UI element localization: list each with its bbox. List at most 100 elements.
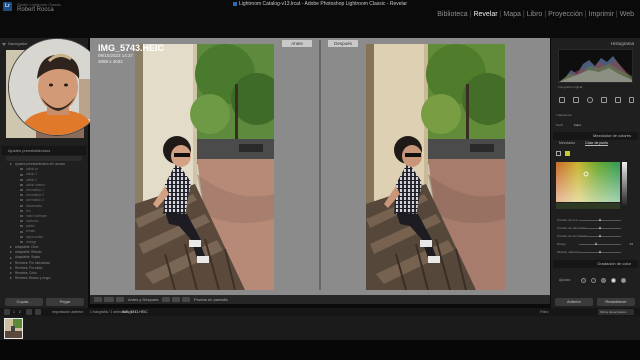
bottom-strip — [0, 340, 640, 360]
tool-strip — [557, 96, 635, 105]
luminance-strip[interactable] — [622, 162, 627, 208]
copy-button[interactable]: Copiar... — [5, 298, 43, 306]
reset-button[interactable]: Restablecer — [597, 298, 635, 306]
copy-before-after-icon[interactable] — [162, 297, 170, 302]
right-panel-buttons: Anterior Restablecer — [551, 296, 640, 308]
filmstrip — [0, 316, 640, 340]
page-1[interactable]: 1 — [13, 308, 15, 316]
point-color-slider[interactable]: Cambio de saturación — [557, 225, 633, 231]
module-separator: | — [544, 11, 547, 18]
midtones-wheel-icon[interactable] — [601, 278, 606, 283]
heal-icon[interactable] — [573, 97, 579, 103]
point-color-slider[interactable]: Cambio de luminancia — [557, 233, 633, 239]
point-color-slider[interactable]: Mostrar máscara — [557, 249, 633, 255]
module-mapa[interactable]: Mapa — [503, 11, 521, 18]
collapse-triangle-icon — [2, 43, 6, 46]
module-separator: | — [615, 11, 618, 18]
slider-knob[interactable] — [595, 242, 598, 245]
window-title-text: Lightroom Catalog-v13.lrcat - Adobe Phot… — [238, 1, 408, 7]
module-revelar[interactable]: Revelar — [473, 11, 497, 18]
slider-label: Rango — [557, 242, 566, 246]
eyedropper-row — [556, 151, 636, 157]
page-2[interactable]: 2 — [19, 308, 21, 316]
back-arrow-icon[interactable] — [26, 309, 32, 315]
histogram-graph — [559, 56, 632, 82]
source-label[interactable]: Importación anterior — [52, 308, 83, 316]
module-separator: | — [499, 11, 502, 18]
profile-value: Color — [573, 123, 581, 127]
color-grading-wheels: Ajustar: — [559, 276, 635, 288]
before-after-view-icon[interactable] — [104, 297, 114, 302]
color-grading-header[interactable]: Gradación de color — [553, 260, 638, 268]
preset-group[interactable]: Remixes: Blanco y negro — [10, 276, 86, 281]
module-biblioteca[interactable]: Biblioteca — [437, 11, 467, 18]
module-separator: | — [522, 11, 525, 18]
profile-row[interactable]: Perfil Color — [556, 123, 636, 127]
point-color-swatch[interactable] — [564, 151, 570, 156]
color-mixer-tab[interactable]: Mezclador — [559, 141, 575, 145]
forward-arrow-icon[interactable] — [35, 309, 41, 315]
more-tools-icon[interactable] — [629, 97, 634, 103]
slider-label: Mostrar máscara — [557, 250, 580, 254]
module-imprimir[interactable]: Imprimir — [589, 11, 614, 18]
masking-icon[interactable] — [587, 97, 593, 103]
file-name: IMG_5743.HEIC — [98, 43, 165, 53]
before-photo-image — [135, 44, 274, 290]
color-mixer-tab[interactable]: Color de punto — [585, 141, 609, 146]
presets-search-input[interactable] — [6, 156, 82, 161]
filmstrip-thumbnail[interactable] — [4, 318, 23, 339]
treatment-label: Tratamiento — [556, 113, 572, 117]
file-dimensions: 3088 x 4032 — [98, 59, 123, 64]
title-bar: Lr Studio Lightroom Classic Robert Rocca… — [0, 0, 640, 22]
point-color-field[interactable] — [556, 162, 620, 202]
eyedropper-icon[interactable] — [556, 151, 561, 156]
histogram-title[interactable]: Histograma — [611, 41, 634, 46]
viewer-toolbar: Antes y Después: Prueba en pantalla — [90, 295, 550, 304]
presets-header[interactable]: Ajustes preestablecidos — [2, 146, 86, 155]
module-picker: Biblioteca | Revelar | Mapa | Libro | Proyección… — [437, 11, 634, 18]
before-after-divider — [319, 40, 321, 290]
loupe-view-icon[interactable] — [94, 297, 102, 302]
slider-knob[interactable] — [598, 234, 601, 237]
identity-line-2: Robert Rocca — [17, 7, 54, 13]
copy-after-before-icon[interactable] — [172, 297, 180, 302]
after-photo[interactable] — [366, 44, 505, 290]
adjust-label: Ajustar: — [559, 278, 571, 282]
crop-icon[interactable] — [559, 97, 565, 103]
module-web[interactable]: Web — [620, 11, 634, 18]
slider-value[interactable]: -19 — [629, 241, 633, 247]
module-proyeccin[interactable]: Proyección — [548, 11, 583, 18]
shadows-wheel-icon[interactable] — [591, 278, 596, 283]
after-tab: Después — [328, 40, 358, 47]
soft-proof-checkbox[interactable]: Prueba en pantalla — [194, 295, 228, 304]
highlights-wheel-icon[interactable] — [611, 278, 616, 283]
grid-view-icon[interactable] — [4, 309, 10, 315]
color-mixer-header[interactable]: Mezclador de colores — [553, 132, 638, 140]
exif-line: Fotografía original — [558, 85, 583, 89]
module-separator: | — [469, 11, 472, 18]
yy-view-icon[interactable] — [116, 297, 124, 302]
file-info-overlay: IMG_5743.HEIC 09/10/2023 14:37 3088 x 40… — [98, 43, 164, 65]
previous-button[interactable]: Anterior — [555, 298, 593, 306]
histogram — [558, 49, 633, 83]
profile-label: Perfil — [556, 123, 563, 127]
paste-button[interactable]: Pegar — [46, 298, 84, 306]
slider-knob[interactable] — [598, 218, 601, 221]
left-panel-buttons: Copiar... Pegar — [0, 296, 88, 308]
module-libro[interactable]: Libro — [527, 11, 543, 18]
global-wheel-icon[interactable] — [621, 278, 626, 283]
right-panel: Histograma Fotografía original Tratamien… — [551, 38, 640, 308]
slider-track[interactable] — [579, 244, 621, 245]
selected-file: IMG_5743.HEIC — [122, 310, 148, 314]
before-photo[interactable] — [135, 44, 274, 290]
point-color-slider[interactable]: Cambio de tono — [557, 217, 633, 223]
red-eye-icon[interactable] — [601, 97, 607, 103]
three-way-wheel-icon[interactable] — [581, 278, 586, 283]
filter-select[interactable]: Filtros desactivados — [598, 309, 634, 315]
swap-before-after-icon[interactable] — [182, 297, 190, 302]
adjustment-brush-icon[interactable] — [615, 97, 621, 103]
slider-knob[interactable] — [598, 250, 601, 253]
slider-knob[interactable] — [598, 226, 601, 229]
point-color-slider[interactable]: Rango -19 — [557, 241, 633, 247]
before-tab: Antes — [282, 40, 312, 47]
